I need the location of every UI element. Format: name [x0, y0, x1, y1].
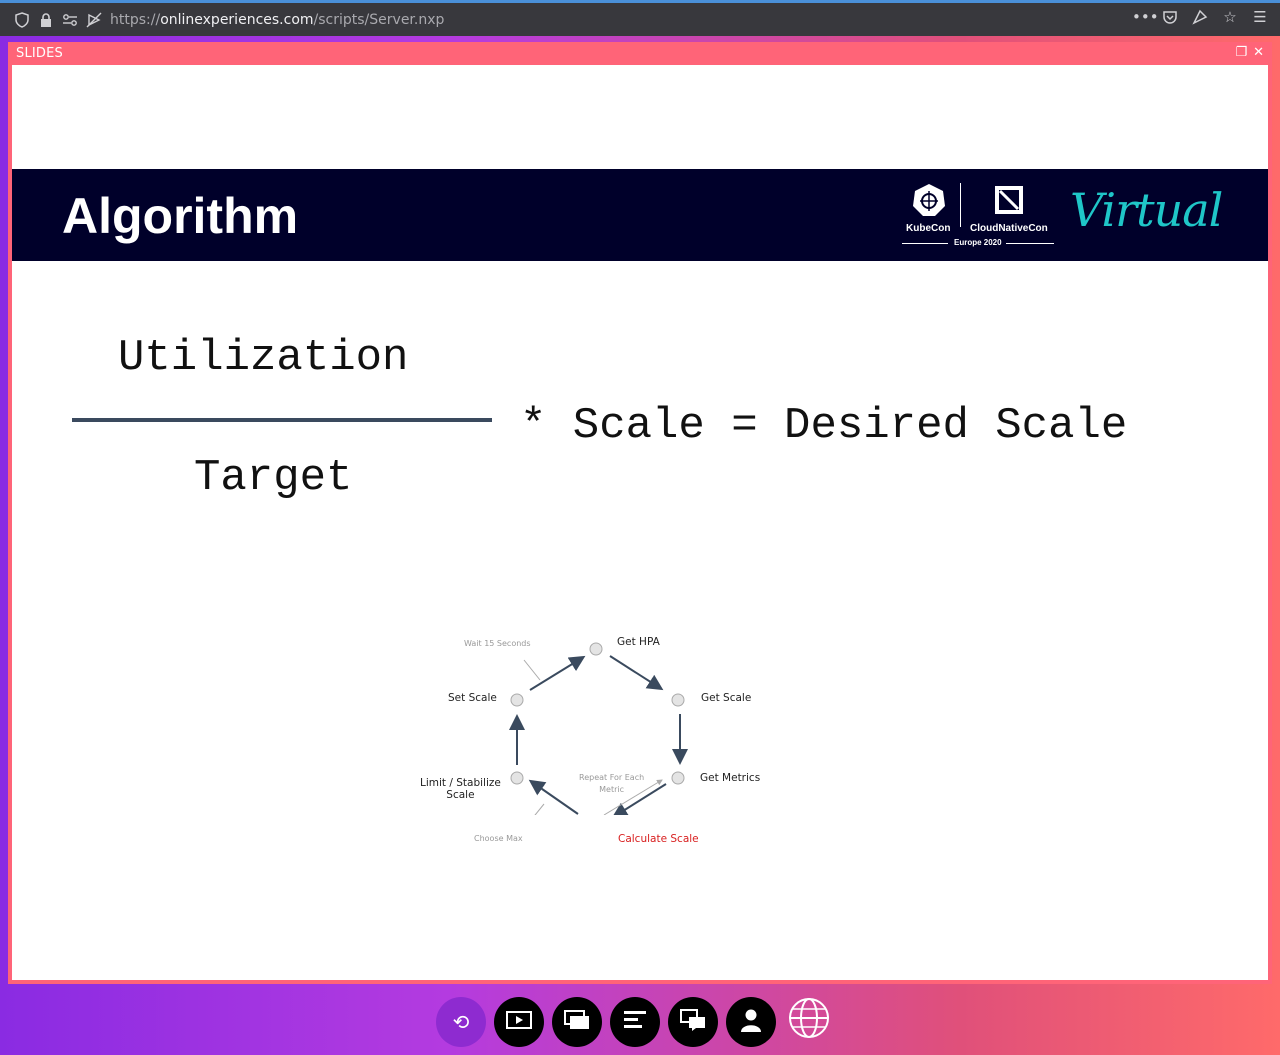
- slides-panel: SLIDES ❐ ✕ Algorithm KubeCon CloudNative…: [8, 42, 1272, 984]
- event-logos: KubeCon CloudNativeCon Europe 2020 Virtu…: [902, 181, 1223, 251]
- lock-icon[interactable]: [38, 12, 54, 28]
- language-button[interactable]: [784, 997, 834, 1047]
- note-repeat: Repeat For Each Metric: [579, 772, 644, 796]
- fraction-bar: [72, 418, 492, 422]
- event-rule-left: [902, 243, 948, 244]
- hpa-cycle-diagram: Get HPA Get Scale Get Metrics Calculate …: [392, 585, 792, 845]
- url-host: onlinexperiences.com: [160, 11, 314, 28]
- chat-icon: [680, 1008, 706, 1036]
- url-right-icons: ••• ☆ ☰: [1132, 9, 1268, 25]
- video-button[interactable]: [494, 997, 544, 1047]
- slide-canvas: Algorithm KubeCon CloudNativeCon Europe …: [12, 65, 1268, 980]
- cncf-icon: [994, 185, 1024, 219]
- panel-controls: ❐ ✕: [1235, 45, 1264, 60]
- formula-numerator: Utilization: [118, 333, 409, 383]
- label-calculate-scale: Calculate Scale: [618, 833, 699, 845]
- close-icon[interactable]: ✕: [1253, 45, 1264, 60]
- more-actions-icon[interactable]: •••: [1132, 9, 1159, 25]
- browser-url-bar: https://onlinexperiences.com/scripts/Ser…: [0, 0, 1280, 36]
- kubernetes-helm-icon: [912, 183, 946, 221]
- url-left-icons: [14, 11, 102, 28]
- url-scheme: https://: [110, 11, 161, 28]
- screenshot-icon[interactable]: [1192, 9, 1208, 25]
- autoplay-blocked-icon[interactable]: [86, 12, 102, 28]
- play-video-icon: [506, 1010, 532, 1034]
- profile-icon: [740, 1008, 762, 1037]
- shield-icon[interactable]: [14, 11, 30, 28]
- chat-button[interactable]: [668, 997, 718, 1047]
- logo-divider: [960, 183, 961, 227]
- panel-title: SLIDES: [16, 46, 64, 61]
- agenda-icon: [623, 1010, 647, 1035]
- note-wait: Wait 15 Seconds: [464, 639, 531, 648]
- event-rule-right: [1006, 243, 1054, 244]
- formula-rhs: * Scale = Desired Scale: [520, 401, 1128, 451]
- label-limit-stabilize-line1: Limit / Stabilize: [420, 777, 501, 789]
- pocket-icon[interactable]: [1162, 9, 1178, 25]
- url-text[interactable]: https://onlinexperiences.com/scripts/Ser…: [110, 12, 444, 28]
- formula-denominator: Target: [194, 453, 353, 503]
- kubecon-label: KubeCon: [906, 223, 951, 234]
- slides-icon: [564, 1009, 590, 1035]
- slide-title: Algorithm: [62, 188, 299, 244]
- url-path: /scripts/Server.nxp: [313, 11, 445, 28]
- profile-button[interactable]: [726, 997, 776, 1047]
- label-get-metrics: Get Metrics: [700, 772, 761, 784]
- refresh-icon: ⟲: [452, 1010, 470, 1034]
- event-label: Europe 2020: [954, 238, 1002, 247]
- label-set-scale: Set Scale: [448, 692, 497, 704]
- bookmark-star-icon[interactable]: ☆: [1222, 9, 1238, 25]
- menu-icon[interactable]: ☰: [1252, 9, 1268, 25]
- globe-icon: [788, 997, 830, 1048]
- cloudnativecon-label: CloudNativeCon: [970, 223, 1048, 234]
- permissions-icon[interactable]: [62, 12, 78, 28]
- agenda-button[interactable]: [610, 997, 660, 1047]
- slides-button[interactable]: [552, 997, 602, 1047]
- slide-banner: Algorithm KubeCon CloudNativeCon Europe …: [12, 169, 1268, 261]
- note-repeat-line1: Repeat For Each: [579, 773, 645, 782]
- virtual-label: Virtual: [1070, 183, 1223, 237]
- refresh-button[interactable]: ⟲: [436, 997, 486, 1047]
- label-get-hpa: Get HPA: [617, 636, 660, 648]
- restore-window-icon[interactable]: ❐: [1235, 45, 1247, 60]
- note-choose-max: Choose Max: [474, 834, 523, 843]
- label-get-scale: Get Scale: [701, 692, 752, 704]
- bottom-toolbar: ⟲: [436, 996, 834, 1048]
- label-limit-stabilize: Limit / Stabilize Scale: [420, 777, 501, 801]
- label-limit-stabilize-line2: Scale: [446, 789, 475, 801]
- note-repeat-line2: Metric: [599, 785, 625, 794]
